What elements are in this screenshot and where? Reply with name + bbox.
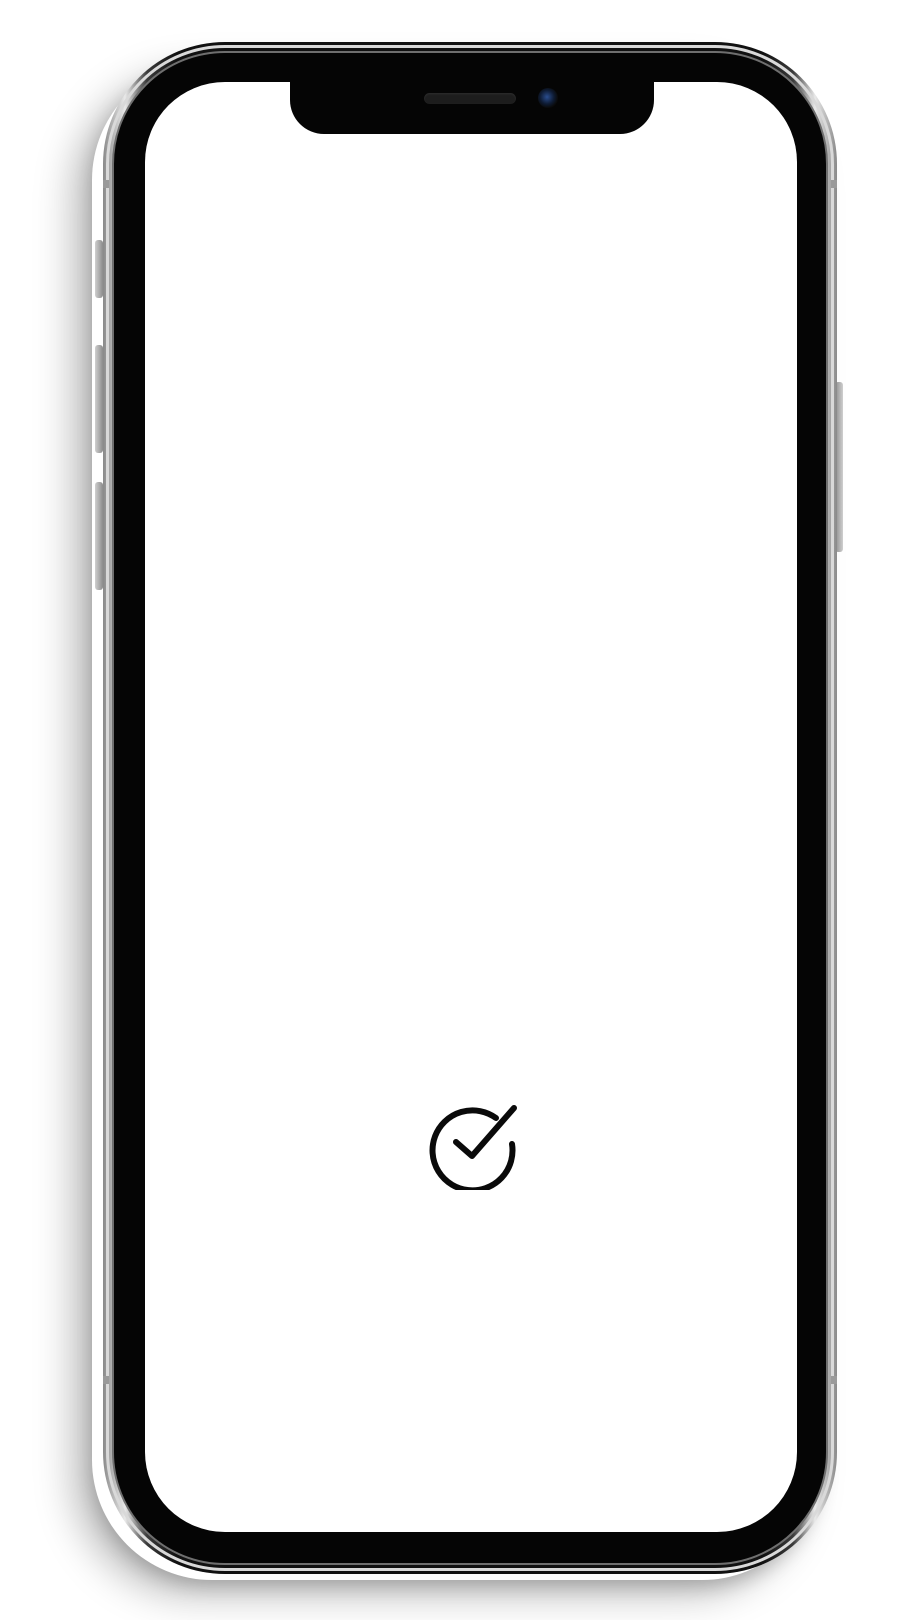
volume-up-button — [95, 345, 103, 453]
front-camera — [538, 88, 558, 108]
volume-down-button — [95, 482, 103, 590]
silent-switch — [95, 240, 103, 298]
antenna-line — [103, 180, 109, 188]
antenna-line — [831, 1376, 837, 1384]
phone-screen — [145, 82, 797, 1532]
antenna-line — [103, 1376, 109, 1384]
mockup-stage — [0, 0, 908, 1620]
earpiece-speaker — [424, 93, 516, 104]
antenna-line — [831, 180, 837, 188]
check-circle-icon — [429, 1105, 517, 1190]
